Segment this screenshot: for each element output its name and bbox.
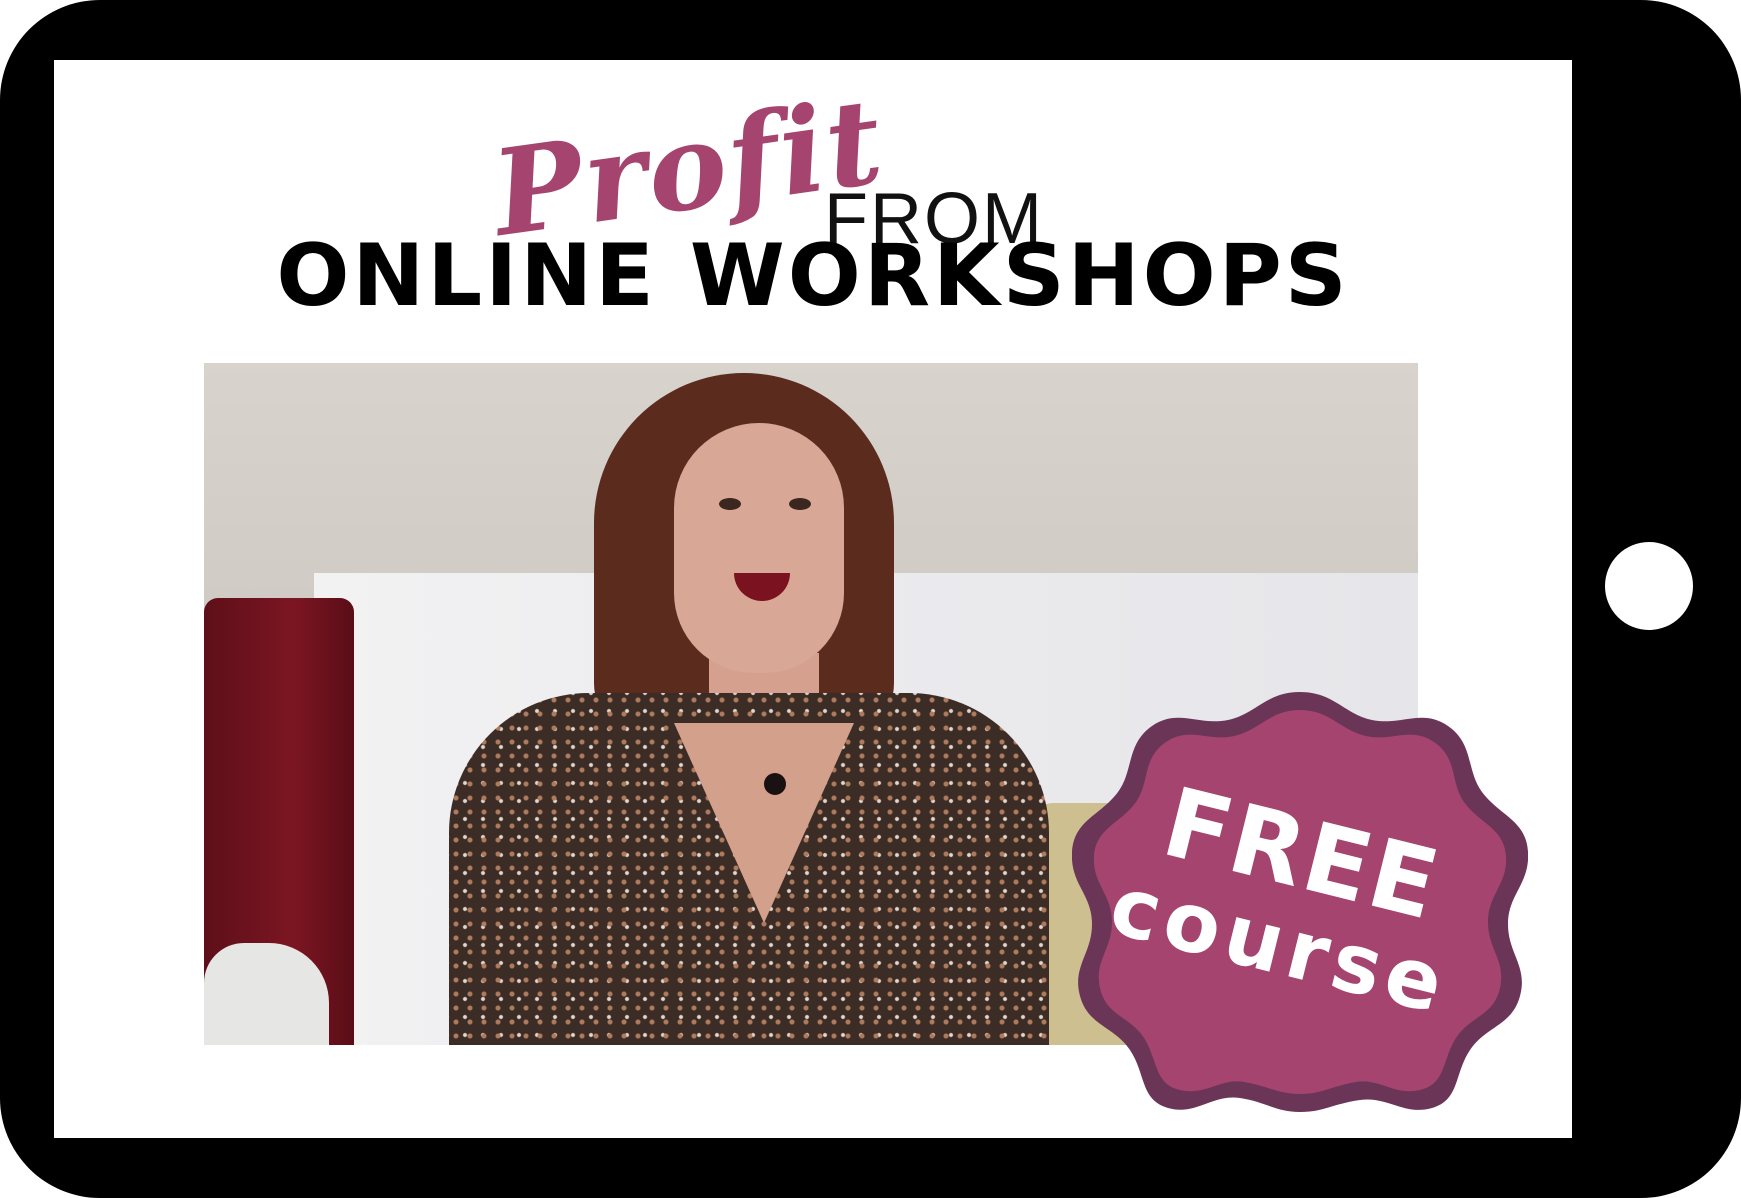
presenter-necklace bbox=[764, 773, 786, 795]
tablet-home-button bbox=[1605, 542, 1693, 630]
presenter-eye-right bbox=[789, 498, 811, 510]
headline-main: ONLINE WORKSHOPS bbox=[276, 226, 1350, 326]
tablet-frame: Profit FROM ONLINE WORKSHOPS FREE course bbox=[0, 0, 1741, 1198]
presenter-face bbox=[674, 423, 844, 673]
presenter-eye-left bbox=[719, 498, 741, 510]
free-course-badge: FREE course bbox=[1071, 688, 1529, 1112]
